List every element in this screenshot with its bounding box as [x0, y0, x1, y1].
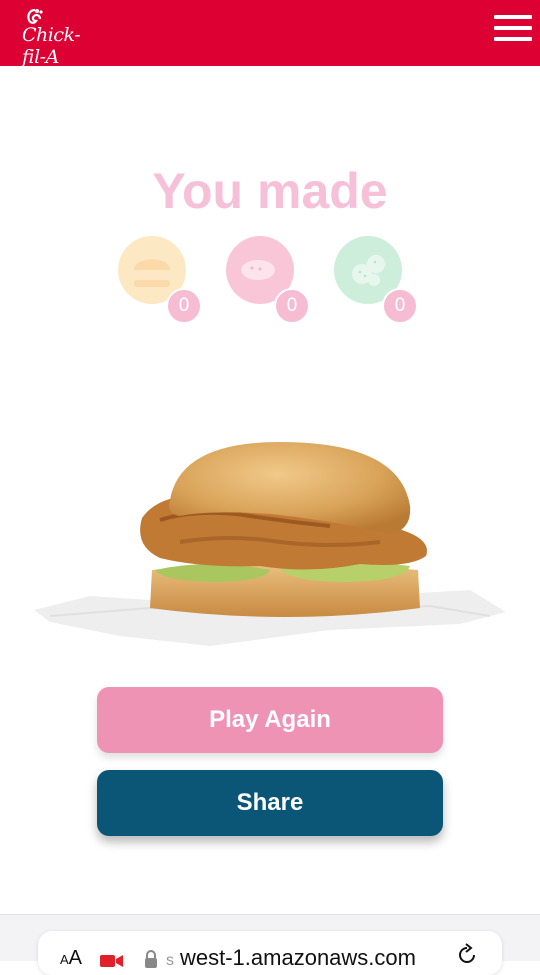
play-again-button[interactable]: Play Again	[97, 687, 443, 753]
address-bar[interactable]: AA s west-1.amazonaws.com	[38, 931, 502, 975]
lock-icon	[145, 950, 157, 968]
url-text[interactable]: s west-1.amazonaws.com	[166, 945, 416, 971]
chick-fil-a-logo[interactable]: Chick-fil-A	[10, 4, 94, 68]
hamburger-menu-icon[interactable]	[494, 12, 534, 44]
browser-toolbar: AA s west-1.amazonaws.com	[0, 914, 540, 975]
burger-count-badge: 0	[166, 288, 202, 324]
burger-score: 0	[118, 236, 204, 324]
nugget-score: 0	[226, 236, 312, 324]
reload-icon[interactable]	[456, 943, 478, 967]
results-heading: You made	[152, 163, 388, 219]
waffle-fries-score: 0	[334, 236, 420, 324]
waffle-fries-count-badge: 0	[382, 288, 418, 324]
nugget-count-badge: 0	[274, 288, 310, 324]
chicken-sandwich-image	[34, 442, 506, 646]
top-navigation-bar: Chick-fil-A	[0, 0, 540, 68]
text-size-button[interactable]: AA	[60, 947, 82, 970]
screen-record-icon[interactable]	[100, 953, 124, 969]
logo-wordmark: Chick-fil-A	[22, 24, 81, 68]
share-button[interactable]: Share	[97, 770, 443, 836]
